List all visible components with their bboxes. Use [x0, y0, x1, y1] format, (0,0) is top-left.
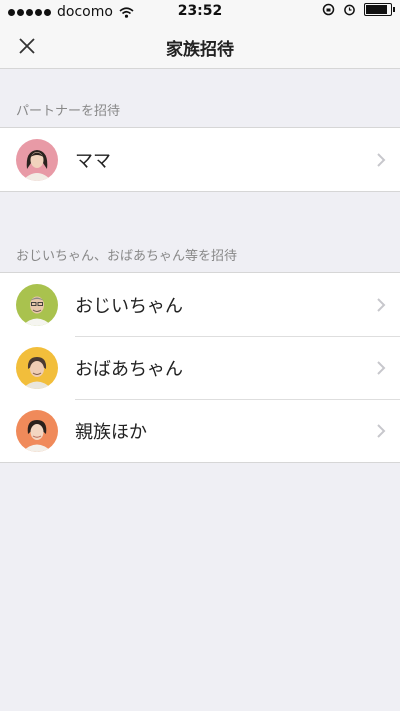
section-header-partner: パートナーを招待 [16, 104, 121, 119]
invite-list: パートナーを招待 ママ おじいちゃん、おばあちゃん等を招待 おじいちゃん おばあ… [0, 69, 400, 463]
chevron-right-icon [377, 153, 386, 167]
relative-portrait-icon [22, 419, 52, 452]
list-item-label: ママ [75, 150, 111, 172]
navigation-bar: 家族招待 [0, 24, 400, 69]
grandfather-portrait-icon [22, 296, 52, 326]
avatar [16, 138, 58, 181]
alarm-icon [344, 4, 355, 16]
battery-icon [364, 3, 395, 16]
avatar [16, 283, 58, 326]
partner-group: ママ [0, 127, 400, 192]
mother-portrait-icon [22, 149, 52, 181]
list-item-label: おばあちゃん [75, 358, 183, 380]
avatar [16, 409, 58, 452]
orientation-lock-icon [322, 3, 335, 16]
relatives-group: おじいちゃん おばあちゃん 親族ほか [0, 272, 400, 463]
grandmother-portrait-icon [22, 356, 52, 389]
avatar [16, 346, 58, 389]
list-item-label: 親族ほか [75, 421, 147, 443]
list-item-mama[interactable]: ママ [0, 128, 400, 191]
chevron-right-icon [377, 361, 386, 375]
status-right-group [322, 3, 395, 16]
status-bar: docomo 23:52 [0, 0, 400, 24]
list-item-label: おじいちゃん [75, 295, 183, 317]
section-header-relatives: おじいちゃん、おばあちゃん等を招待 [16, 249, 238, 264]
list-item-grandmother[interactable]: おばあちゃん [0, 336, 400, 399]
list-item-relatives[interactable]: 親族ほか [0, 399, 400, 462]
page-title: 家族招待 [166, 40, 234, 60]
list-item-grandfather[interactable]: おじいちゃん [0, 273, 400, 336]
chevron-right-icon [377, 424, 386, 438]
chevron-right-icon [377, 298, 386, 312]
